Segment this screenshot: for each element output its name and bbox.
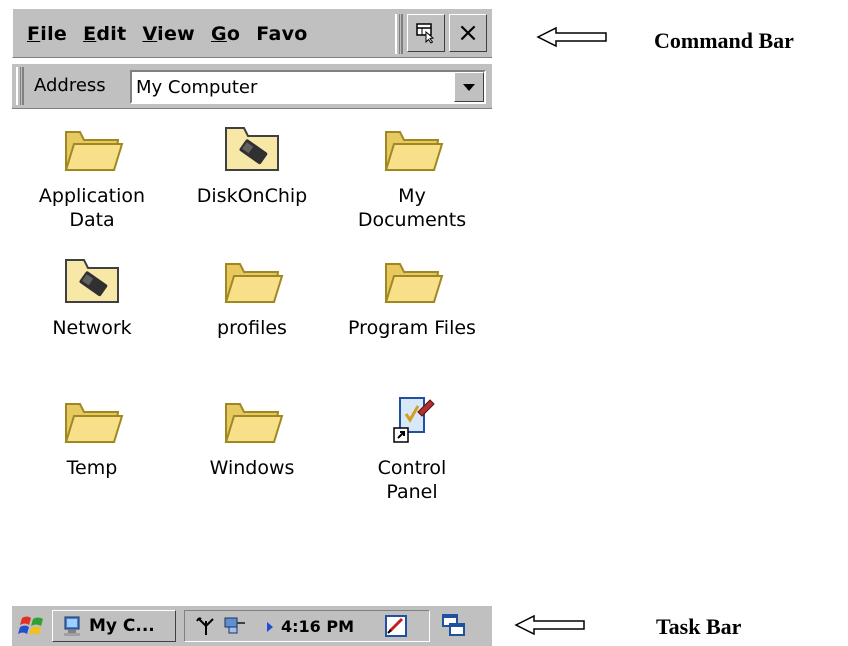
item-label: profiles [217, 317, 287, 339]
item-label: Network [52, 317, 132, 339]
task-label: My C... [89, 616, 155, 636]
signal-antenna-icon[interactable] [195, 615, 217, 637]
menu-favorites[interactable]: Favorites [248, 23, 308, 45]
input-panel-icon[interactable] [383, 613, 409, 639]
folder-icon [224, 263, 284, 303]
control-panel-icon [393, 397, 435, 443]
item-control-panel[interactable]: Control Panel [332, 392, 492, 504]
item-label: Program Files [348, 317, 476, 339]
storage-folder-icon [225, 127, 279, 171]
command-bar-arrow-icon [536, 26, 607, 48]
tray-arrow-icon[interactable] [265, 621, 275, 633]
network-icon[interactable] [223, 615, 249, 637]
item-label-line2: Documents [357, 209, 467, 231]
item-my-documents[interactable]: My Documents [332, 120, 492, 232]
my-computer-icon [64, 616, 80, 636]
address-dropdown-button[interactable] [454, 72, 484, 102]
address-field[interactable]: My Computer [130, 70, 486, 104]
task-my-computer[interactable]: My C... [52, 610, 176, 642]
address-grip[interactable] [16, 67, 24, 105]
command-bar-annotation: Command Bar [654, 28, 794, 53]
item-application-data[interactable]: Application Data [12, 120, 172, 232]
start-icon[interactable] [18, 612, 46, 640]
chevron-down-icon [463, 83, 475, 91]
item-label: Temp [66, 457, 118, 479]
item-network[interactable]: Network [12, 252, 172, 340]
item-temp[interactable]: Temp [12, 392, 172, 480]
item-program-files[interactable]: Program Files [332, 252, 492, 340]
menu-edit[interactable]: Edit [75, 23, 134, 45]
item-profiles[interactable]: profiles [172, 252, 332, 340]
item-windows[interactable]: Windows [172, 392, 332, 480]
device-screen: File Edit View Go Favorites × Address My… [12, 8, 492, 646]
storage-folder-icon [65, 259, 119, 303]
address-bar: Address My Computer [12, 63, 492, 109]
item-label: My [398, 185, 426, 207]
system-tray: 4:16 PM [184, 610, 430, 642]
task-bar: My C... 4:16 PM [12, 604, 492, 646]
folder-icon [384, 263, 444, 303]
desktop-windows-icon [442, 614, 465, 636]
clock[interactable]: 4:16 PM [281, 617, 354, 636]
item-label: Control [377, 457, 447, 479]
menu-bar: File Edit View Go Favorites [19, 9, 308, 59]
close-button[interactable]: × [449, 14, 487, 52]
folder-icon [64, 403, 124, 443]
file-list: Application Data DiskOnChip My Documents [12, 116, 492, 516]
item-label: Application [38, 185, 146, 207]
menu-file[interactable]: File [19, 23, 75, 45]
task-bar-annotation: Task Bar [656, 614, 742, 639]
address-value: My Computer [136, 77, 258, 98]
task-bar-arrow-icon [514, 614, 585, 636]
toolbar-icon [416, 23, 435, 44]
toolbar-grip[interactable] [395, 14, 403, 54]
item-diskonchip[interactable]: DiskOnChip [172, 120, 332, 208]
folder-icon [224, 403, 284, 443]
menu-go[interactable]: Go [203, 23, 248, 45]
folder-icon [64, 131, 124, 171]
item-label: Windows [209, 457, 295, 479]
item-label-line2: Panel [386, 481, 438, 503]
item-label: DiskOnChip [196, 185, 308, 207]
address-label: Address [34, 75, 106, 96]
toolbar-toggle-button[interactable] [407, 14, 445, 52]
folder-icon [384, 131, 444, 171]
command-bar: File Edit View Go Favorites × [12, 8, 492, 58]
close-icon: × [457, 18, 479, 48]
show-desktop-button[interactable] [438, 610, 470, 642]
item-label-line2: Data [69, 209, 115, 231]
menu-view[interactable]: View [134, 23, 203, 45]
